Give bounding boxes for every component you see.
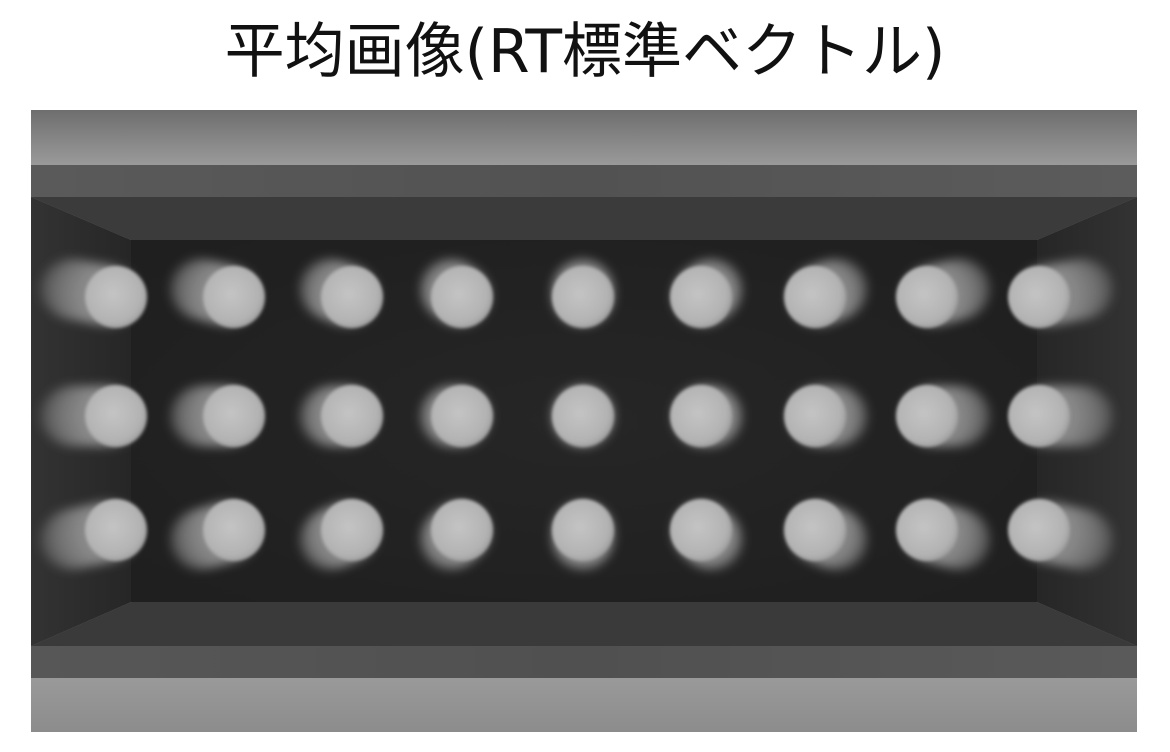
rod-cap	[670, 266, 732, 328]
figure-title: 平均画像(RT標準ベクトル)	[224, 17, 946, 87]
rod-cap	[896, 499, 958, 561]
rod-cap	[321, 499, 383, 561]
rod-cap	[552, 499, 614, 561]
rod-cap	[203, 499, 265, 561]
rod-cap	[85, 266, 147, 328]
rod-cap	[203, 266, 265, 328]
rod-cap	[321, 266, 383, 328]
top-inner-face	[31, 197, 1137, 240]
rod-cap	[1008, 266, 1070, 328]
rod-cap	[784, 266, 846, 328]
rod-cap	[431, 499, 493, 561]
rod-cap	[203, 385, 265, 447]
rod-cap	[896, 266, 958, 328]
bottom-inner-band	[31, 646, 1137, 678]
top-wall	[31, 110, 1137, 168]
rod-cap	[1008, 385, 1070, 447]
rod-cap	[85, 385, 147, 447]
rod-cap	[1008, 499, 1070, 561]
rod-cap	[784, 499, 846, 561]
rod-cap	[552, 385, 614, 447]
rod-cap	[670, 499, 732, 561]
bottom-inner-face	[31, 602, 1137, 646]
rod-cap	[85, 499, 147, 561]
rod-cap	[784, 385, 846, 447]
rod-cap	[431, 385, 493, 447]
rod-cap	[431, 266, 493, 328]
rod-cap	[670, 385, 732, 447]
average-image	[31, 110, 1137, 732]
rod-cap	[552, 266, 614, 328]
rod-cap	[321, 385, 383, 447]
bottom-wall	[31, 676, 1137, 732]
average-image-canvas	[31, 110, 1137, 732]
rod-cap	[896, 385, 958, 447]
top-inner-band	[31, 165, 1137, 197]
rod-array	[40, 258, 1114, 571]
